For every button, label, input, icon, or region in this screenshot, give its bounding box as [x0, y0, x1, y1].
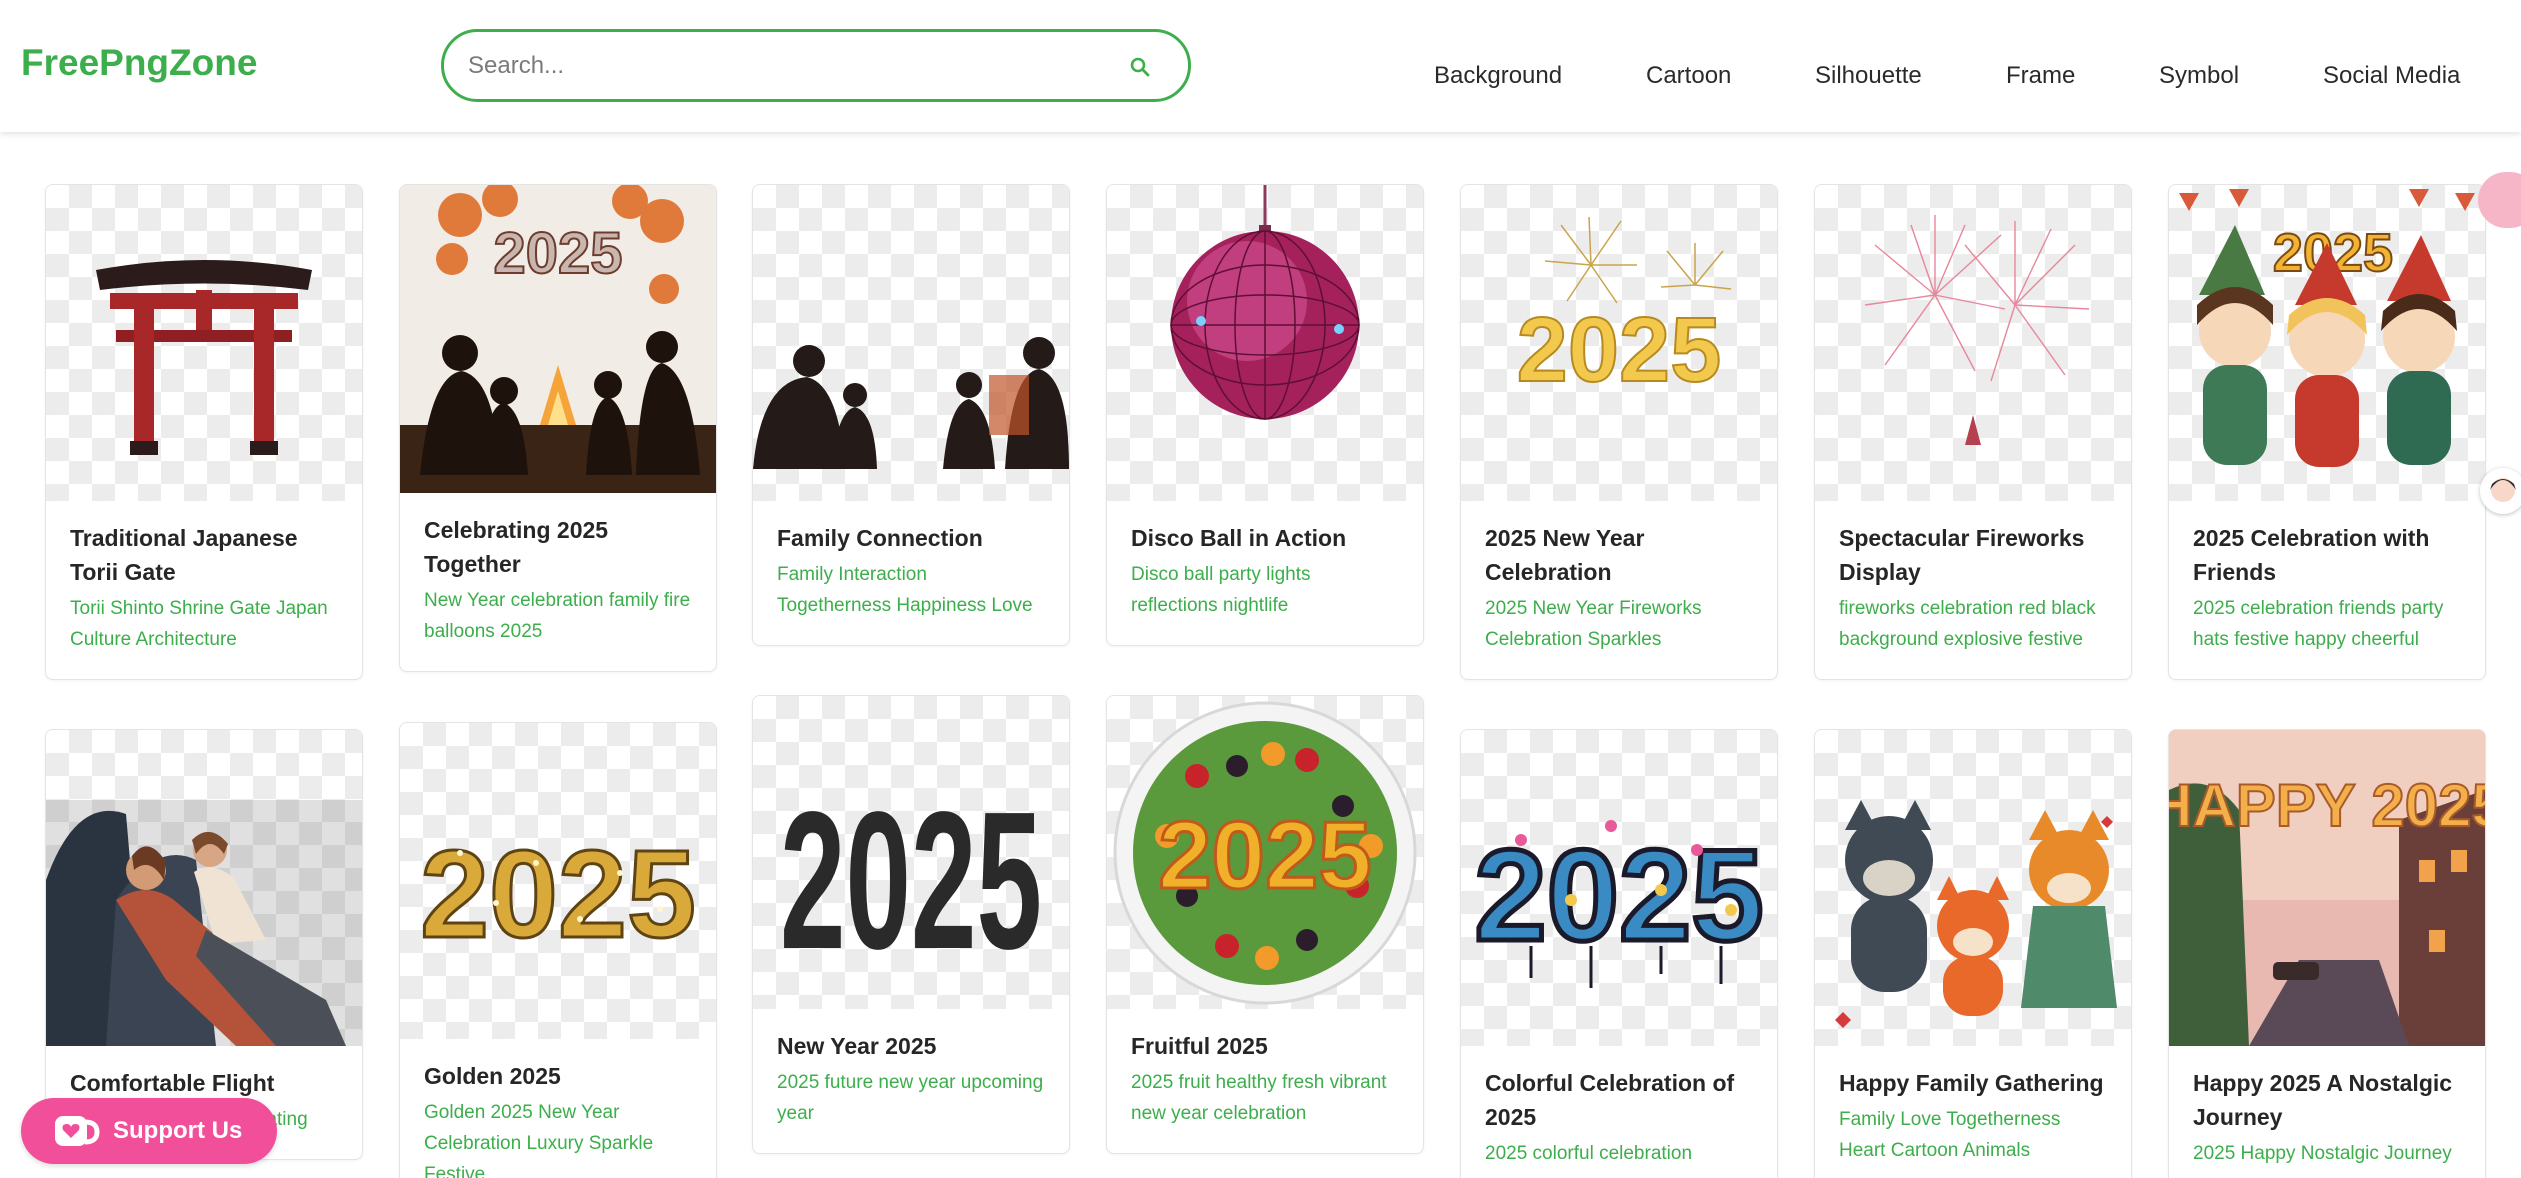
png-card[interactable]: Traditional Japanese Torii Gate Torii Sh…: [45, 184, 363, 680]
card-title[interactable]: Fruitful 2025: [1107, 1009, 1423, 1063]
card-title[interactable]: Comfortable Flight: [46, 1046, 362, 1100]
nav-frame[interactable]: Frame: [2006, 62, 2075, 90]
card-title[interactable]: 2025 Celebration with Friends: [2169, 501, 2485, 589]
card-title[interactable]: Spectacular Fireworks Display: [1815, 501, 2131, 589]
card-thumbnail[interactable]: 2025: [2169, 185, 2485, 501]
airplane-passengers-image: [46, 800, 362, 1046]
card-tags: 2025 fruit healthy fresh vibrant new yea…: [1131, 1072, 1387, 1124]
fruit-2025-plate-image: 2025: [1113, 701, 1417, 1005]
card-title[interactable]: New Year 2025: [753, 1009, 1069, 1063]
cartoon-friends-image: 2025: [2179, 189, 2475, 467]
family-2025-balloons-image: 2025: [400, 185, 716, 493]
cartoon-animals-image: [1835, 800, 2117, 1028]
card-title[interactable]: Disco Ball in Action: [1107, 501, 1423, 555]
family-silhouettes-image: [753, 337, 1069, 469]
card-thumbnail[interactable]: HAPPY 2025: [2169, 730, 2485, 1046]
happy-2025-street-image: HAPPY 2025: [2169, 730, 2485, 1046]
golden-2025-image: 2025: [419, 825, 698, 966]
card-thumbnail[interactable]: 2025: [1461, 185, 1777, 501]
card-title[interactable]: Family Connection: [753, 501, 1069, 555]
nav-symbol[interactable]: Symbol: [2159, 62, 2239, 90]
gold-2025-fireworks-image: 2025: [1516, 216, 1732, 402]
card-title[interactable]: Happy Family Gathering: [1815, 1046, 2131, 1100]
card-thumbnail[interactable]: 2025: [400, 185, 716, 493]
card-thumbnail[interactable]: 2025: [753, 696, 1069, 1009]
card-title[interactable]: Happy 2025 A Nostalgic Journey: [2169, 1046, 2485, 1134]
fruit-2025-text: 2025: [1158, 802, 1372, 909]
nav-social-media[interactable]: Social Media: [2323, 62, 2460, 90]
png-card[interactable]: Disco Ball in Action Disco ball party li…: [1106, 184, 1424, 646]
png-card[interactable]: 2025 New Year 2025 2025 future new year …: [752, 695, 1070, 1154]
png-card[interactable]: 2025 2025 New Year Celebration 2025 New …: [1460, 184, 1778, 680]
png-card[interactable]: Happy Family Gathering Family Love Toget…: [1814, 729, 2132, 1178]
card-tags: Family Interaction Togetherness Happines…: [777, 564, 1033, 616]
card-thumbnail[interactable]: [46, 185, 362, 501]
card-thumbnail[interactable]: 2025: [400, 723, 716, 1039]
gold-2025-text: 2025: [1517, 299, 1722, 401]
nav-cartoon[interactable]: Cartoon: [1646, 62, 1731, 90]
fireworks-image: [1864, 215, 2090, 445]
card-tags: fireworks celebration red black backgrou…: [1839, 598, 2096, 650]
support-us-button[interactable]: Support Us: [21, 1098, 277, 1164]
card-tags: 2025 Happy Nostalgic Journey: [2193, 1143, 2452, 1164]
graffiti-2025-image: 2025: [1472, 820, 1766, 988]
search-icon[interactable]: [1128, 55, 1152, 79]
kofi-cup-icon: [55, 1116, 100, 1146]
black-2025-image: 2025: [780, 771, 1042, 990]
card-thumbnail[interactable]: [753, 185, 1069, 501]
torii-gate-image: [96, 260, 312, 455]
card-thumbnail[interactable]: 2025: [1107, 696, 1423, 1009]
png-card[interactable]: 2025 Fruitful 2025 2025 fruit healthy fr…: [1106, 695, 1424, 1154]
balloon-2025-text: 2025: [493, 221, 622, 286]
card-tags: New Year celebration family fire balloon…: [424, 590, 691, 642]
search-bar[interactable]: [441, 29, 1191, 102]
card-tags: Disco ball party lights reflections nigh…: [1131, 564, 1311, 616]
support-us-label: Support Us: [113, 1117, 243, 1144]
card-tags: 2025 celebration friends party hats fest…: [2193, 598, 2444, 650]
card-title[interactable]: Colorful Celebration of 2025: [1461, 1046, 1777, 1134]
card-title[interactable]: Celebrating 2025 Together: [400, 493, 716, 581]
happy-2025-text: HAPPY 2025: [2169, 772, 2485, 839]
site-header: FreePngZone Background Cartoon Silhouett…: [0, 0, 2521, 132]
nav-background[interactable]: Background: [1434, 62, 1562, 90]
card-thumbnail[interactable]: [1815, 730, 2131, 1046]
card-thumbnail[interactable]: [46, 730, 362, 1046]
card-tags: Golden 2025 New Year Celebration Luxury …: [424, 1102, 654, 1178]
card-thumbnail[interactable]: 2025: [1461, 730, 1777, 1046]
card-tags: Family Love Togetherness Heart Cartoon A…: [1839, 1109, 2061, 1161]
golden-2025-text: 2025: [420, 826, 696, 964]
disco-ball-image: [1170, 185, 1360, 420]
card-tags: Torii Shinto Shrine Gate Japan Culture A…: [70, 598, 328, 650]
png-card[interactable]: Family Connection Family Interaction Tog…: [752, 184, 1070, 646]
png-card[interactable]: Spectacular Fireworks Display fireworks …: [1814, 184, 2132, 680]
card-tags: 2025 future new year upcoming year: [777, 1072, 1044, 1124]
card-title[interactable]: 2025 New Year Celebration: [1461, 501, 1777, 589]
card-title[interactable]: Traditional Japanese Torii Gate: [46, 501, 362, 589]
assistant-avatar-icon[interactable]: [2480, 468, 2521, 514]
png-card[interactable]: 2025 Celebrating 2025 Together New Year …: [399, 184, 717, 672]
card-tags: 2025 New Year Fireworks Celebration Spar…: [1485, 598, 1702, 650]
nav-silhouette[interactable]: Silhouette: [1815, 62, 1922, 90]
black-2025-text: 2025: [780, 771, 1042, 990]
png-card[interactable]: 2025 Golden 2025 Golden 2025 New Year Ce…: [399, 722, 717, 1178]
card-thumbnail[interactable]: [1107, 185, 1423, 501]
png-card[interactable]: HAPPY 2025 Happy 2025 A Nostalgic Journe…: [2168, 729, 2486, 1178]
card-tags: 2025 colorful celebration: [1485, 1143, 1693, 1164]
card-thumbnail[interactable]: [1815, 185, 2131, 501]
site-logo[interactable]: FreePngZone: [21, 42, 257, 84]
png-card[interactable]: Comfortable Flight airplane passengers s…: [45, 729, 363, 1160]
png-card[interactable]: 2025 2025 Celebration with Friends 2025 …: [2168, 184, 2486, 680]
search-input[interactable]: [468, 46, 1088, 86]
card-title[interactable]: Golden 2025: [400, 1039, 716, 1093]
png-card[interactable]: 2025 Colorful Celebration of 2025 2025 c…: [1460, 729, 1778, 1178]
